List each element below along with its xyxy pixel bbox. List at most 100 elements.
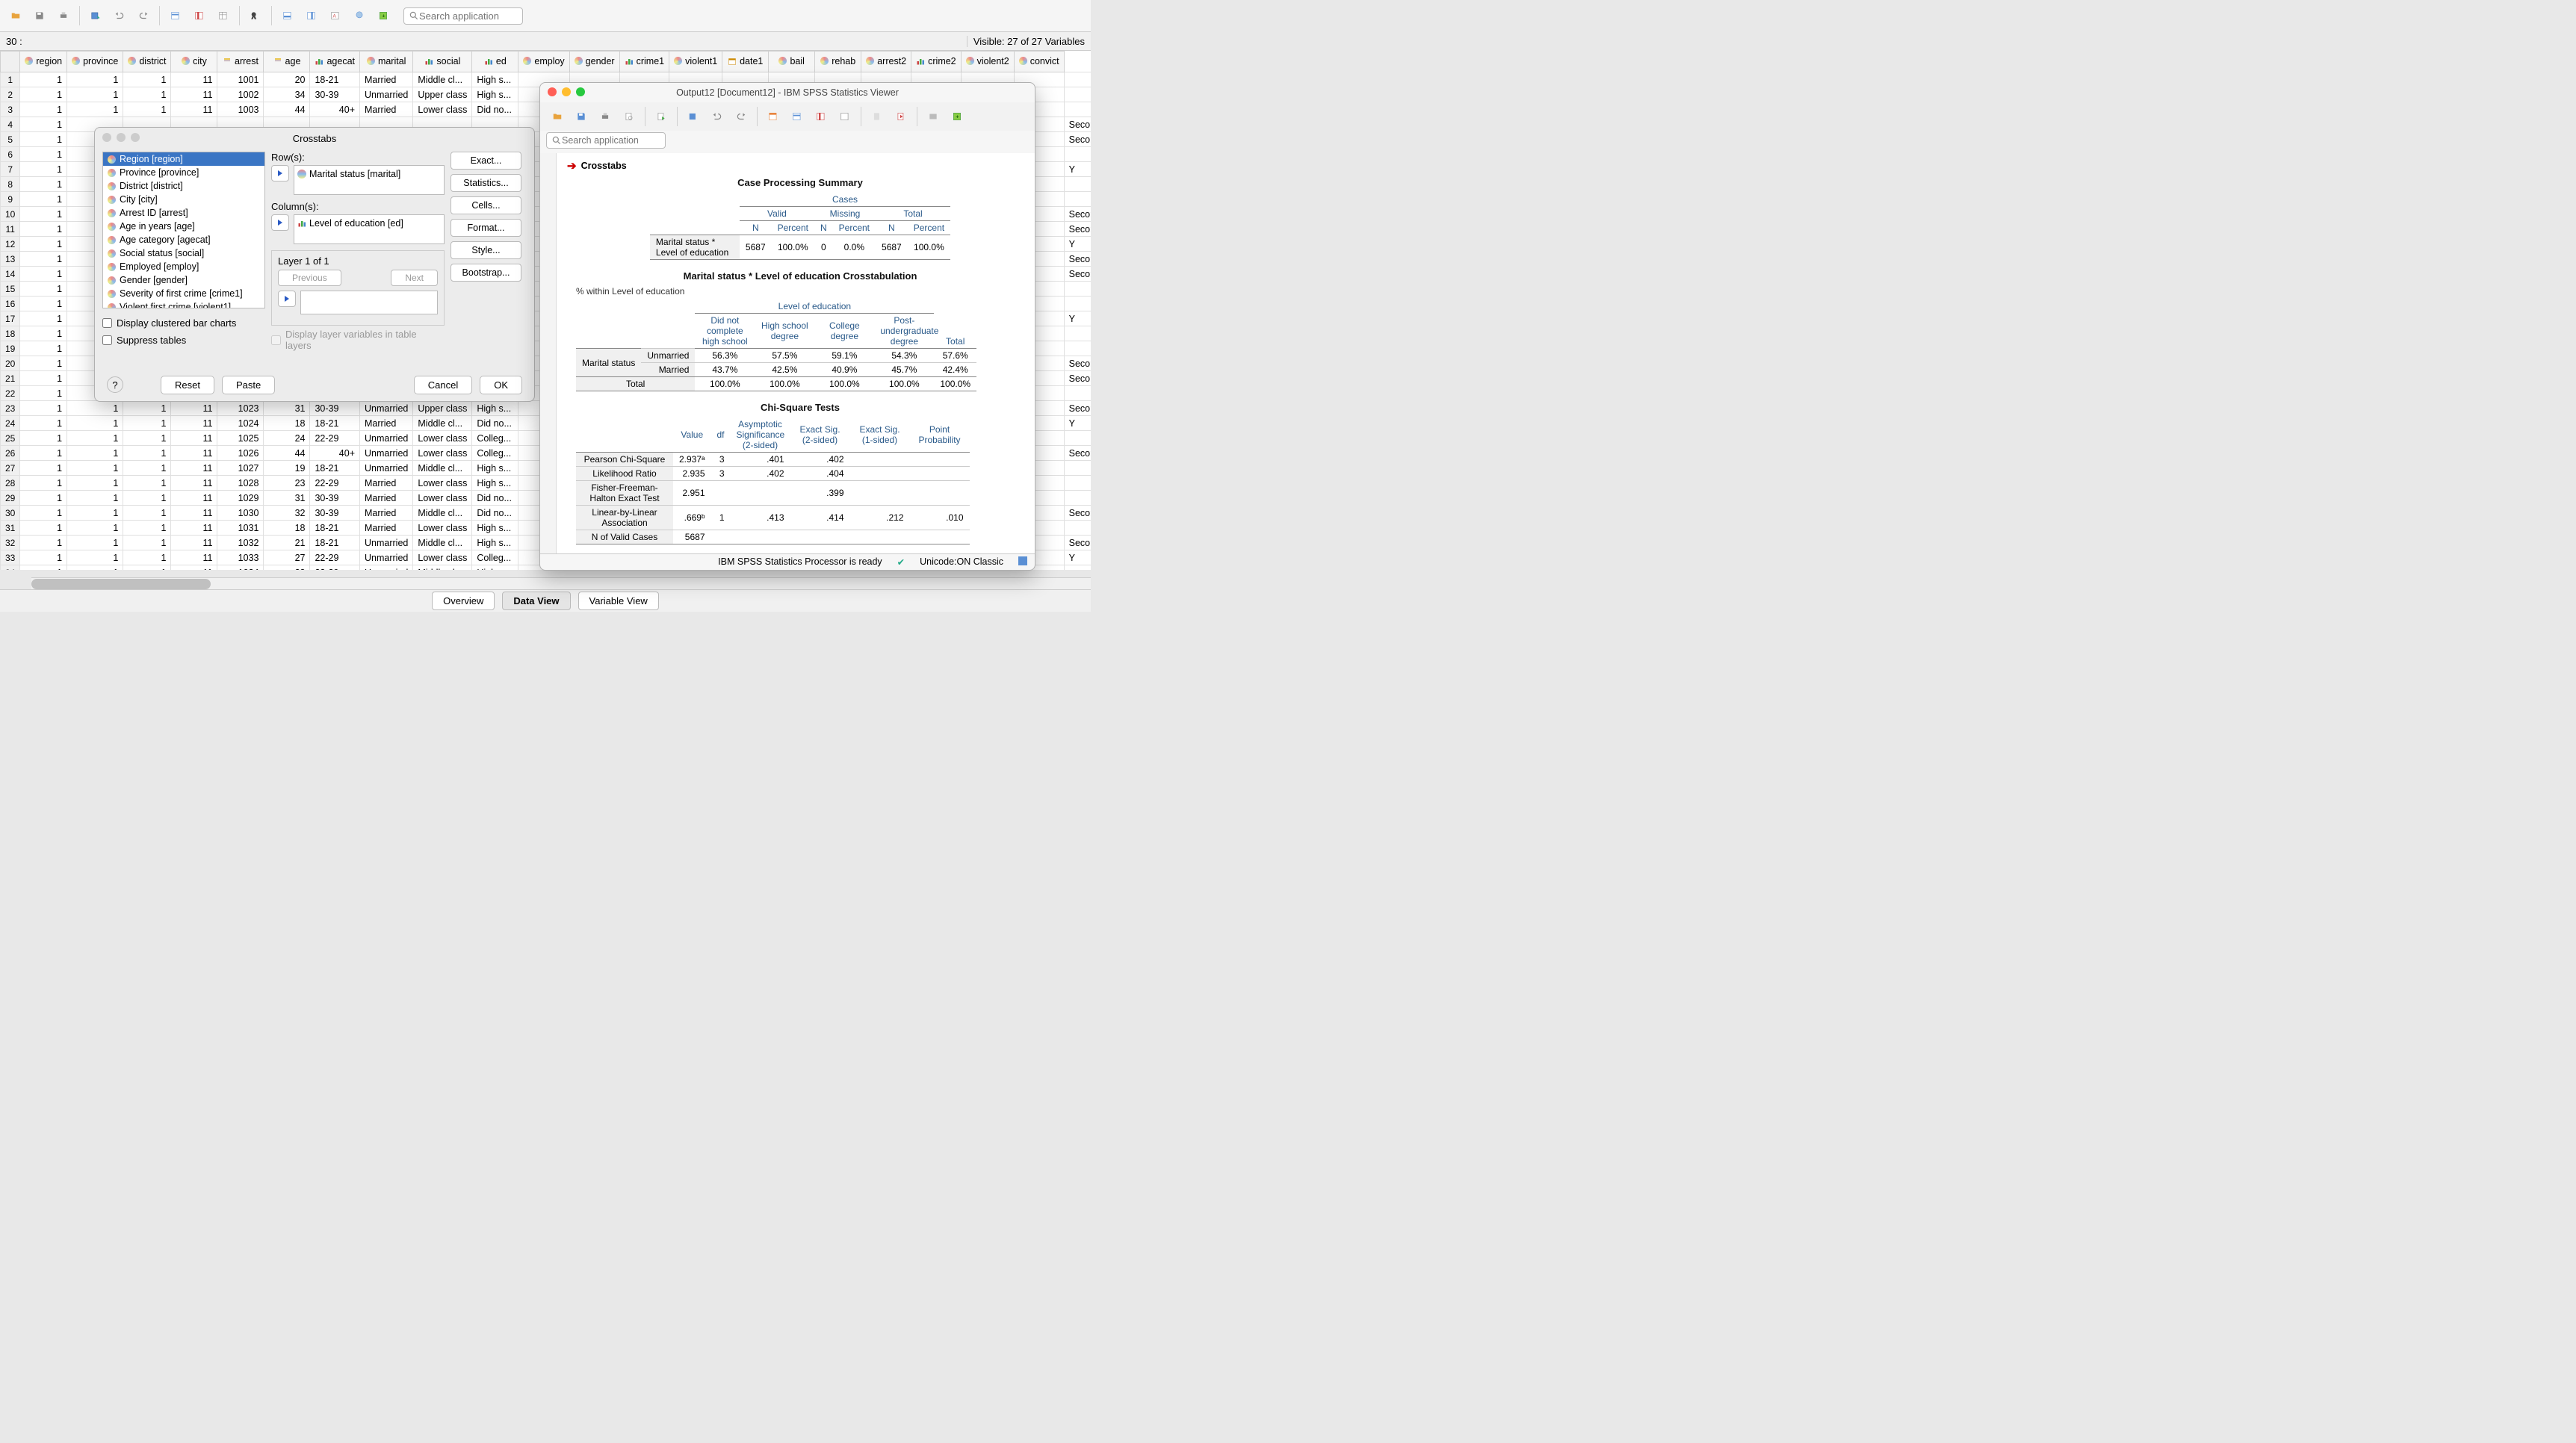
close-icon[interactable]: [102, 133, 111, 142]
zoom-icon[interactable]: [576, 87, 585, 96]
data-cell[interactable]: 1: [123, 536, 171, 550]
data-cell[interactable]: 11: [171, 521, 217, 536]
move-to-rows-button[interactable]: [271, 165, 289, 181]
data-cell[interactable]: Second a: [1064, 506, 1091, 521]
print-preview-icon[interactable]: [618, 105, 640, 128]
data-cell[interactable]: 1: [20, 446, 67, 461]
data-cell[interactable]: Y: [1064, 237, 1091, 252]
data-cell[interactable]: 1: [123, 550, 171, 565]
data-cell[interactable]: 22-29: [310, 565, 360, 571]
data-cell[interactable]: [1064, 282, 1091, 297]
output-body[interactable]: ➔Crosstabs Case Processing Summary Cases…: [557, 153, 1035, 553]
data-cell[interactable]: 11: [171, 416, 217, 431]
data-cell[interactable]: 1: [67, 521, 123, 536]
data-cell[interactable]: Lower class: [413, 446, 472, 461]
data-cell[interactable]: 30-39: [310, 491, 360, 506]
data-cell[interactable]: High s...: [472, 536, 518, 550]
row-header[interactable]: 22: [1, 386, 20, 401]
row-header[interactable]: 5: [1, 132, 20, 147]
data-cell[interactable]: 11: [171, 401, 217, 416]
data-cell[interactable]: 1: [20, 356, 67, 371]
data-cell[interactable]: 1: [20, 341, 67, 356]
data-cell[interactable]: 1: [20, 237, 67, 252]
data-cell[interactable]: 1: [67, 87, 123, 102]
data-cell[interactable]: 1025: [217, 431, 264, 446]
data-cell[interactable]: 11: [171, 506, 217, 521]
data-cell[interactable]: 22-29: [310, 550, 360, 565]
variable-list-item[interactable]: Region [region]: [103, 152, 264, 166]
minimize-icon[interactable]: [117, 133, 126, 142]
data-cell[interactable]: 1: [67, 72, 123, 87]
row-header[interactable]: 18: [1, 326, 20, 341]
insert-variable-icon[interactable]: [300, 4, 323, 27]
data-cell[interactable]: Second a: [1064, 252, 1091, 267]
data-cell[interactable]: Y: [1064, 162, 1091, 177]
data-cell[interactable]: 1: [67, 446, 123, 461]
goto-var-icon[interactable]: [810, 105, 832, 128]
row-header[interactable]: 21: [1, 371, 20, 386]
data-cell[interactable]: 22-29: [310, 431, 360, 446]
goto-case-icon[interactable]: [786, 105, 808, 128]
row-header[interactable]: 17: [1, 311, 20, 326]
layer-previous-button[interactable]: Previous: [278, 270, 341, 286]
data-cell[interactable]: 21: [264, 536, 310, 550]
column-header[interactable]: district: [123, 52, 171, 72]
output-outline-tree[interactable]: [540, 153, 557, 553]
undo-icon[interactable]: [706, 105, 728, 128]
row-header[interactable]: 14: [1, 267, 20, 282]
data-cell[interactable]: 1: [20, 311, 67, 326]
split-file-icon[interactable]: A: [324, 4, 347, 27]
variable-list-item[interactable]: Gender [gender]: [103, 273, 264, 287]
data-cell[interactable]: 24: [264, 431, 310, 446]
column-header[interactable]: bail: [769, 52, 815, 72]
search-application[interactable]: [403, 7, 523, 25]
data-cell[interactable]: 1: [123, 416, 171, 431]
variable-list-item[interactable]: City [city]: [103, 193, 264, 206]
data-cell[interactable]: High s...: [472, 521, 518, 536]
data-cell[interactable]: 1: [123, 461, 171, 476]
data-cell[interactable]: 1: [20, 102, 67, 117]
column-header[interactable]: age: [264, 52, 310, 72]
data-cell[interactable]: Unmarried: [360, 87, 413, 102]
data-cell[interactable]: 18: [264, 416, 310, 431]
row-header[interactable]: 12: [1, 237, 20, 252]
data-cell[interactable]: 30-39: [310, 401, 360, 416]
data-cell[interactable]: 19: [264, 461, 310, 476]
data-cell[interactable]: Second a: [1064, 401, 1091, 416]
data-cell[interactable]: [1064, 177, 1091, 192]
data-cell[interactable]: Lower class: [413, 476, 472, 491]
recall-dialog-icon[interactable]: [682, 105, 705, 128]
data-cell[interactable]: 30-39: [310, 506, 360, 521]
data-cell[interactable]: 11: [171, 431, 217, 446]
data-cell[interactable]: 18-21: [310, 416, 360, 431]
data-cell[interactable]: High s...: [472, 461, 518, 476]
data-cell[interactable]: 1: [20, 267, 67, 282]
data-cell[interactable]: 18-21: [310, 536, 360, 550]
column-header[interactable]: social: [413, 52, 472, 72]
data-cell[interactable]: 1: [20, 371, 67, 386]
print-icon[interactable]: [52, 4, 75, 27]
variable-list-item[interactable]: Social status [social]: [103, 246, 264, 260]
data-cell[interactable]: 18-21: [310, 521, 360, 536]
data-cell[interactable]: 1: [123, 431, 171, 446]
data-cell[interactable]: 1: [123, 491, 171, 506]
data-cell[interactable]: [1064, 72, 1091, 87]
data-cell[interactable]: Middle cl...: [413, 565, 472, 571]
row-header[interactable]: 7: [1, 162, 20, 177]
data-cell[interactable]: Lower class: [413, 521, 472, 536]
data-cell[interactable]: 1: [67, 416, 123, 431]
data-cell[interactable]: 18: [264, 521, 310, 536]
data-cell[interactable]: 34: [264, 87, 310, 102]
recall-dialog-icon[interactable]: [84, 4, 107, 27]
data-cell[interactable]: Did no...: [472, 491, 518, 506]
data-cell[interactable]: Married: [360, 416, 413, 431]
data-cell[interactable]: 44: [264, 102, 310, 117]
data-cell[interactable]: Unmarried: [360, 461, 413, 476]
tab-overview[interactable]: Overview: [432, 592, 495, 610]
data-cell[interactable]: Married: [360, 476, 413, 491]
data-cell[interactable]: 40+: [310, 446, 360, 461]
rows-field[interactable]: Marital status [marital]: [294, 165, 445, 195]
variable-list-item[interactable]: Age category [agecat]: [103, 233, 264, 246]
data-cell[interactable]: [1064, 326, 1091, 341]
variable-list-item[interactable]: Severity of first crime [crime1]: [103, 287, 264, 300]
